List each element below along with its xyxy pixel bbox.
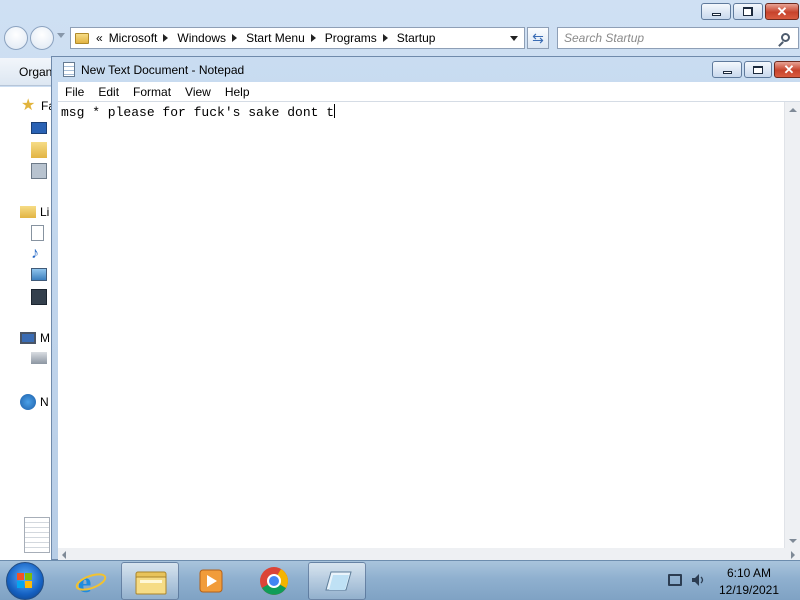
vertical-scrollbar[interactable]	[784, 102, 800, 549]
breadcrumb-arrow-icon[interactable]	[310, 34, 316, 42]
breadcrumb-arrow-icon[interactable]	[163, 34, 169, 42]
breadcrumb-arrow-icon[interactable]	[232, 34, 238, 42]
taskbar-windows-media-player[interactable]	[183, 562, 241, 600]
notepad-icon	[325, 571, 352, 591]
address-dropdown-icon[interactable]	[510, 36, 518, 41]
folder-icon	[75, 32, 89, 44]
menu-view[interactable]: View	[178, 85, 218, 99]
clock-time[interactable]: 6:10 AM	[712, 566, 786, 580]
menu-help[interactable]: Help	[218, 85, 257, 99]
nav-item-label: N	[40, 395, 49, 409]
favorites-star-icon: ★	[21, 97, 36, 114]
scroll-up-icon[interactable]	[789, 108, 797, 112]
maximize-button[interactable]	[744, 61, 772, 78]
clock-date[interactable]: 12/19/2021	[712, 583, 786, 597]
explorer-close-button[interactable]: ✕	[765, 3, 799, 20]
breadcrumb-start-menu[interactable]: Start Menu	[246, 31, 305, 45]
menu-bar: File Edit Format View Help	[58, 82, 800, 101]
back-button[interactable]	[4, 26, 28, 50]
explorer-minimize-button[interactable]	[701, 3, 731, 20]
network-status-icon[interactable]	[668, 574, 682, 586]
windows-logo-icon	[17, 573, 33, 589]
downloads-icon	[31, 142, 47, 158]
nav-item-favorites[interactable]: ★ Fa	[21, 98, 55, 114]
nav-item-documents[interactable]	[31, 225, 48, 244]
search-input[interactable]: Search Startup	[557, 27, 799, 49]
taskbar-notepad[interactable]	[308, 562, 366, 600]
start-button[interactable]	[6, 562, 44, 600]
computer-icon	[20, 332, 36, 344]
nav-item-label: M	[40, 331, 50, 345]
nav-item-pictures[interactable]	[31, 268, 51, 284]
folder-icon	[135, 571, 167, 595]
taskbar-windows-explorer[interactable]	[121, 562, 179, 600]
menu-file[interactable]: File	[58, 85, 91, 99]
explorer-restore-button[interactable]	[733, 3, 763, 20]
breadcrumb-startup[interactable]: Startup	[397, 31, 436, 45]
breadcrumb-microsoft[interactable]: Microsoft	[109, 31, 158, 45]
pictures-icon	[31, 268, 47, 281]
breadcrumb-overflow[interactable]: «	[96, 31, 103, 45]
nav-item-computer[interactable]: M	[20, 331, 50, 345]
editor-text-container: msg * please for fuck's sake dont t	[61, 104, 336, 120]
network-icon	[20, 394, 36, 410]
scroll-left-icon[interactable]	[62, 551, 66, 559]
menu-edit[interactable]: Edit	[91, 85, 126, 99]
refresh-button[interactable]: ⇆	[527, 27, 549, 49]
menu-format[interactable]: Format	[126, 85, 178, 99]
text-file-thumbnail[interactable]	[24, 517, 50, 553]
breadcrumb-arrow-icon[interactable]	[382, 34, 388, 42]
nav-item-music[interactable]: ♪	[31, 246, 51, 262]
navigation-pane: ★ Fa Li ♪ M N	[0, 87, 56, 560]
search-placeholder: Search Startup	[564, 31, 645, 45]
minimize-button[interactable]	[712, 61, 742, 78]
nav-item-label: Li	[40, 205, 50, 219]
libraries-icon	[20, 206, 36, 218]
taskbar-internet-explorer[interactable]: e	[62, 562, 120, 600]
desktop-icon	[31, 122, 47, 134]
notepad-window: New Text Document - Notepad ✕ File Edit …	[51, 56, 800, 561]
scroll-down-icon[interactable]	[789, 539, 797, 543]
nav-item-recent-places[interactable]	[31, 163, 51, 182]
address-bar[interactable]: « Microsoft Windows Start Menu Programs …	[70, 27, 525, 49]
editor-text: msg * please for fuck's sake dont t	[61, 105, 335, 120]
recent-pages-dropdown[interactable]	[57, 33, 65, 38]
notepad-icon[interactable]	[63, 62, 75, 77]
media-player-icon	[199, 569, 223, 593]
text-editor[interactable]: msg * please for fuck's sake dont t	[58, 101, 800, 549]
recent-places-icon	[31, 163, 47, 179]
videos-icon	[31, 289, 47, 305]
nav-item-network[interactable]: N	[20, 394, 49, 410]
breadcrumb-windows[interactable]: Windows	[177, 31, 226, 45]
taskbar-google-chrome[interactable]	[245, 562, 303, 600]
search-icon[interactable]	[781, 33, 790, 42]
music-icon: ♪	[31, 245, 39, 262]
chrome-icon	[260, 567, 288, 595]
local-disk-icon	[31, 352, 47, 364]
nav-item-downloads[interactable]	[31, 142, 51, 161]
volume-icon[interactable]	[691, 573, 705, 587]
scroll-right-icon[interactable]	[791, 551, 795, 559]
nav-item-libraries[interactable]: Li	[20, 205, 49, 219]
nav-item-local-disk[interactable]	[31, 352, 51, 367]
nav-item-videos[interactable]	[31, 289, 51, 308]
breadcrumb-programs[interactable]: Programs	[325, 31, 377, 45]
taskbar: e 6:10 AM 12/19/2021	[0, 560, 800, 600]
window-title: New Text Document - Notepad	[81, 63, 245, 77]
organize-button[interactable]: Organ	[19, 65, 52, 79]
forward-button[interactable]	[30, 26, 54, 50]
nav-item-desktop[interactable]	[31, 122, 51, 137]
text-caret	[334, 104, 336, 118]
close-button[interactable]: ✕	[774, 61, 800, 78]
internet-explorer-icon: e	[75, 566, 107, 599]
documents-icon	[31, 225, 44, 241]
